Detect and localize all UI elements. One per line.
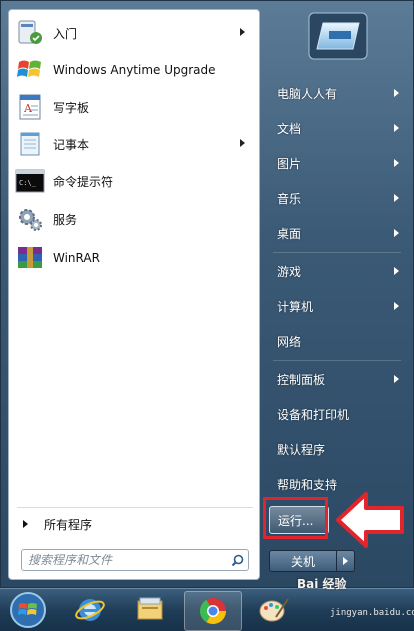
programs-pane: 入门 Windows Anytime Upgrade A 写字板 记事本 C:\… xyxy=(8,9,260,580)
program-item-wordpad[interactable]: A 写字板 xyxy=(13,89,255,125)
submenu-arrow-icon xyxy=(394,159,399,167)
internet-explorer-icon[interactable] xyxy=(62,591,118,629)
place-label: 文档 xyxy=(277,121,302,136)
file-explorer-icon[interactable] xyxy=(122,591,178,629)
program-label: 命令提示符 xyxy=(53,174,114,189)
submenu-arrow-icon xyxy=(240,28,245,36)
shutdown-label: 关机 xyxy=(290,554,315,569)
submenu-arrow-icon xyxy=(240,139,245,147)
expand-arrow-icon xyxy=(23,520,28,528)
shutdown-options-button[interactable] xyxy=(337,550,355,572)
search-icon[interactable] xyxy=(226,554,248,567)
submenu-arrow-icon xyxy=(394,124,399,132)
getting-started-icon xyxy=(15,18,45,48)
submenu-arrow-icon xyxy=(394,89,399,97)
place-label: 控制面板 xyxy=(277,372,326,387)
submenu-arrow-icon xyxy=(394,267,399,275)
command-prompt-icon: C:\_ xyxy=(15,166,45,196)
program-item-winrar[interactable]: WinRAR xyxy=(13,240,255,276)
place-label: 设备和打印机 xyxy=(277,407,350,422)
place-network[interactable]: 网络 xyxy=(269,326,407,356)
submenu-arrow-icon xyxy=(394,302,399,310)
place-default-programs[interactable]: 默认程序 xyxy=(269,434,407,464)
place-label: 音乐 xyxy=(277,191,302,206)
submenu-arrow-icon xyxy=(394,194,399,202)
divider xyxy=(273,252,401,253)
place-label: 网络 xyxy=(277,334,302,349)
paint-icon[interactable] xyxy=(246,591,302,629)
place-label: 电脑人人有 xyxy=(277,86,338,101)
place-devices-printers[interactable]: 设备和打印机 xyxy=(269,399,407,429)
place-label: 帮助和支持 xyxy=(277,477,338,492)
program-item-getting-started[interactable]: 入门 xyxy=(13,15,255,51)
program-item-command-prompt[interactable]: C:\_ 命令提示符 xyxy=(13,163,255,199)
place-games[interactable]: 游戏 xyxy=(269,256,407,286)
program-label: 写字板 xyxy=(53,100,90,115)
watermark-url: jingyan.baidu.com xyxy=(330,608,414,618)
shutdown-button[interactable]: 关机 xyxy=(269,550,337,572)
place-documents[interactable]: 文档 xyxy=(269,113,407,143)
program-label: 服务 xyxy=(53,212,78,227)
divider xyxy=(273,360,401,361)
chrome-icon[interactable] xyxy=(184,591,242,631)
place-label: 默认程序 xyxy=(277,442,326,457)
submenu-arrow-icon xyxy=(394,229,399,237)
place-label: 计算机 xyxy=(277,299,314,314)
watermark: Bai 经验 xyxy=(297,577,347,591)
all-programs-label: 所有程序 xyxy=(44,517,93,532)
program-item-services[interactable]: 服务 xyxy=(13,201,255,237)
place-music[interactable]: 音乐 xyxy=(269,183,407,213)
program-item-windows-anytime-upgrade[interactable]: Windows Anytime Upgrade xyxy=(13,52,255,88)
program-label: 入门 xyxy=(53,26,78,41)
wordpad-icon: A xyxy=(15,92,45,122)
shutdown-group: 关机 xyxy=(269,550,355,572)
windows-flag-icon xyxy=(15,55,45,85)
place-control-panel[interactable]: 控制面板 xyxy=(269,364,407,394)
place-label: 游戏 xyxy=(277,264,302,279)
annotation-arrow-icon xyxy=(336,492,404,548)
services-gear-icon xyxy=(15,204,45,234)
search-box xyxy=(21,549,249,571)
submenu-arrow-icon xyxy=(394,375,399,383)
place-desktop[interactable]: 桌面 xyxy=(269,218,407,248)
place-label: 图片 xyxy=(277,156,302,171)
program-label: WinRAR xyxy=(53,251,100,265)
program-label: 记事本 xyxy=(53,137,90,152)
search-input[interactable] xyxy=(22,552,226,568)
svg-text:A: A xyxy=(23,102,33,115)
notepad-icon xyxy=(15,129,45,159)
place-label: 桌面 xyxy=(277,226,302,241)
all-programs-button[interactable]: 所有程序 xyxy=(13,512,255,536)
program-label: Windows Anytime Upgrade xyxy=(53,63,216,77)
annotation-highlight-box xyxy=(263,497,328,539)
place-user-folder[interactable]: 电脑人人有 xyxy=(269,78,407,108)
user-picture[interactable] xyxy=(307,11,369,61)
divider xyxy=(17,507,253,508)
start-orb-icon[interactable] xyxy=(0,591,56,629)
place-computer[interactable]: 计算机 xyxy=(269,291,407,321)
place-pictures[interactable]: 图片 xyxy=(269,148,407,178)
svg-text:C:\_: C:\_ xyxy=(19,179,37,187)
winrar-icon xyxy=(15,243,45,273)
program-item-notepad[interactable]: 记事本 xyxy=(13,126,255,162)
chevron-right-icon xyxy=(343,557,348,565)
